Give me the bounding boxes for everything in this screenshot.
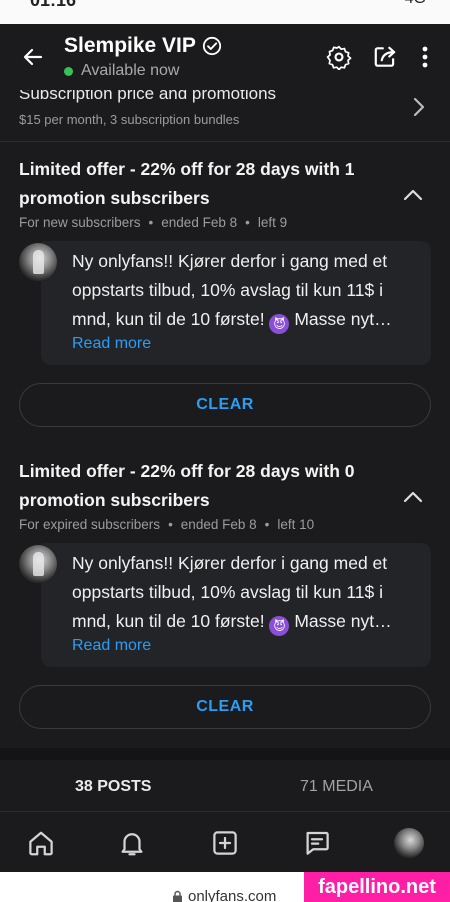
message-tail: Masse nyt…	[289, 309, 392, 329]
offer-left: left 10	[277, 517, 315, 532]
chevron-up-icon	[403, 189, 423, 201]
back-button[interactable]	[14, 38, 52, 76]
home-icon	[29, 831, 53, 856]
offer-title: Limited offer - 22% off for 28 days with…	[19, 461, 355, 510]
settings-button[interactable]	[322, 40, 356, 74]
clear-button[interactable]: CLEAR	[19, 383, 431, 427]
read-more-link[interactable]: Read more	[72, 637, 419, 655]
subscription-price-subtitle: $15 per month, 3 subscription bundles	[19, 112, 240, 127]
lock-icon	[173, 890, 182, 902]
avatar[interactable]	[19, 243, 57, 281]
nav-profile[interactable]	[392, 826, 426, 860]
nav-notifications[interactable]	[115, 826, 149, 860]
collapse-button[interactable]	[398, 485, 428, 509]
chevron-right-icon	[413, 97, 425, 117]
avatar	[394, 828, 424, 858]
clear-button[interactable]: CLEAR	[19, 685, 431, 729]
nav-create-post[interactable]	[208, 826, 242, 860]
meta-separator: •	[168, 517, 173, 532]
more-options-button[interactable]	[408, 40, 442, 74]
section-gap	[0, 748, 450, 760]
devil-emoji-icon: 😈	[269, 616, 290, 636]
add-square-icon	[213, 831, 237, 855]
chat-header: Slempike VIP Available now	[0, 24, 450, 90]
meta-separator: •	[264, 517, 270, 532]
subscription-price-title: Subscription price and promotions	[19, 90, 277, 103]
tab-posts[interactable]: 38 POSTS	[75, 778, 151, 796]
offer-audience: For new subscribers	[19, 215, 141, 230]
nav-messages[interactable]	[300, 826, 334, 860]
meta-separator: •	[245, 215, 250, 230]
online-status-label: Available now	[81, 62, 180, 79]
arrow-left-icon	[23, 48, 43, 66]
online-dot-icon	[64, 66, 73, 76]
offer-ended: ended Feb 8	[161, 215, 238, 230]
offer-title: Limited offer - 22% off for 28 days with…	[19, 159, 355, 208]
message-icon	[306, 831, 329, 855]
offer-meta: For expired subscribers • ended Feb 8 • left…	[19, 517, 314, 532]
url-display: onlyfans.com	[172, 888, 276, 902]
offer-message: Ny onlyfans!! Kjører derfor i gang med e…	[19, 241, 431, 369]
share-button[interactable]	[368, 40, 402, 74]
devil-emoji-icon: 😈	[269, 314, 290, 334]
page-title: Slempike VIP	[64, 34, 222, 58]
offer-meta: For new subscribers • ended Feb 8 • left 9	[19, 215, 287, 230]
verified-icon	[202, 36, 222, 56]
status-signal: 4G	[405, 0, 426, 8]
message-text: Ny onlyfans!! Kjører derfor i gang med e…	[72, 549, 419, 636]
offer-audience: For expired subscribers	[19, 517, 161, 532]
system-status-bar: 01:16 4G	[0, 0, 450, 24]
promotion-offer-card: Limited offer - 22% off for 28 days with…	[0, 143, 450, 445]
message-bubble: Ny onlyfans!! Kjører derfor i gang med e…	[41, 543, 431, 667]
bell-icon	[121, 833, 143, 856]
chat-title-block[interactable]: Slempike VIP Available now	[64, 34, 222, 80]
promotion-offer-card: Limited offer - 22% off for 28 days with…	[0, 445, 450, 747]
read-more-link[interactable]: Read more	[72, 335, 419, 353]
meta-separator: •	[148, 215, 154, 230]
avatar[interactable]	[19, 545, 57, 583]
offer-ended: ended Feb 8	[180, 517, 257, 532]
bottom-navigation	[0, 812, 450, 872]
status-time: 01:16	[30, 0, 77, 10]
chat-title: Slempike VIP	[64, 34, 196, 57]
offer-message: Ny onlyfans!! Kjører derfor i gang med e…	[19, 543, 431, 671]
subscription-price-row[interactable]: Subscription price and promotions $15 pe…	[0, 90, 450, 142]
offer-left: left 9	[257, 215, 288, 230]
message-tail: Masse nyt…	[289, 611, 392, 631]
message-text: Ny onlyfans!! Kjører derfor i gang med e…	[72, 247, 419, 334]
tab-media[interactable]: 71 MEDIA	[300, 778, 373, 796]
online-status: Available now	[64, 62, 222, 80]
watermark: fapellino.net	[304, 872, 450, 902]
nav-home[interactable]	[24, 826, 58, 860]
message-bubble: Ny onlyfans!! Kjører derfor i gang med e…	[41, 241, 431, 365]
collapse-button[interactable]	[398, 183, 428, 207]
url-text: onlyfans.com	[188, 888, 277, 902]
profile-tabs: 38 POSTS 71 MEDIA	[0, 760, 450, 812]
more-vertical-icon	[422, 46, 428, 68]
gear-icon	[326, 45, 352, 70]
share-icon	[374, 46, 396, 67]
chevron-up-icon	[403, 491, 423, 503]
